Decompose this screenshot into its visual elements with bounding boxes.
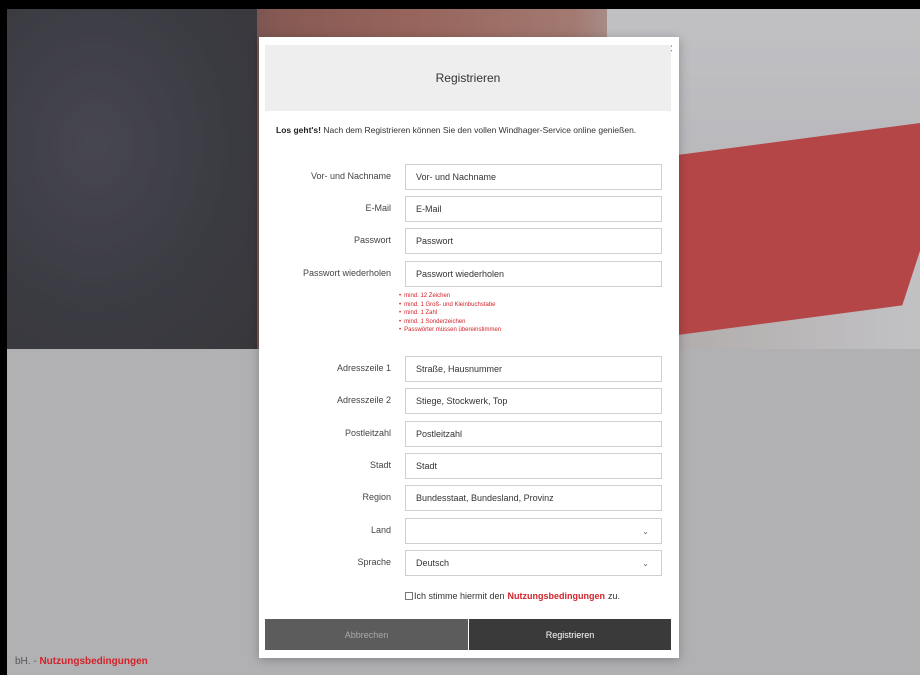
email-input[interactable]	[405, 196, 662, 222]
rule-number: mind. 1 Zahl	[399, 309, 501, 318]
modal-title: Registrieren	[435, 71, 501, 85]
rule-case: mind. 1 Groß- und Kleinbuchstabe	[399, 301, 501, 310]
city-input[interactable]	[405, 453, 662, 479]
intro-bold: Los geht's!	[276, 125, 321, 135]
terms-row: Ich stimme hiermit den Nutzungsbedingung…	[405, 591, 620, 601]
language-select[interactable]: Deutsch ⌄	[405, 550, 662, 576]
rule-match: Passwörter müssen übereinstimmen	[399, 326, 501, 335]
chevron-down-icon: ⌄	[642, 527, 649, 536]
row-city: Stadt	[259, 453, 679, 479]
rule-special: mind. 1 Sonderzeichen	[399, 318, 501, 327]
password-input[interactable]	[405, 228, 662, 254]
zip-input[interactable]	[405, 421, 662, 447]
modal-header: Registrieren	[265, 45, 671, 111]
registration-modal: × Registrieren Los geht's! Nach dem Regi…	[259, 37, 679, 658]
intro-body: Nach dem Registrieren können Sie den vol…	[321, 125, 637, 135]
region-label: Region	[362, 492, 391, 502]
intro-text: Los geht's! Nach dem Registrieren können…	[276, 125, 676, 135]
terms-link[interactable]: Nutzungsbedingungen	[508, 591, 605, 601]
footer-terms-link[interactable]: Nutzungsbedingungen	[39, 656, 147, 667]
row-password-repeat: Passwort wiederholen	[259, 261, 679, 287]
row-name: Vor- und Nachname	[259, 164, 679, 190]
row-zip: Postleitzahl	[259, 421, 679, 447]
rule-length: mind. 12 Zeichen	[399, 292, 501, 301]
terms-suffix: zu.	[608, 591, 621, 601]
modal-actions: Abbrechen Registrieren	[265, 619, 671, 650]
row-address2: Adresszeile 2	[259, 388, 679, 414]
row-region: Region	[259, 485, 679, 511]
row-address1: Adresszeile 1	[259, 356, 679, 382]
address1-label: Adresszeile 1	[336, 363, 391, 373]
password-repeat-input[interactable]	[405, 261, 662, 287]
password-repeat-label: Passwort wiederholen	[302, 268, 391, 278]
country-select[interactable]: ⌄	[405, 518, 662, 544]
chevron-down-icon: ⌄	[642, 559, 649, 568]
terms-checkbox[interactable]	[405, 592, 413, 600]
row-password: Passwort	[259, 228, 679, 254]
language-label: Sprache	[357, 557, 391, 567]
cancel-button[interactable]: Abbrechen	[265, 619, 468, 650]
row-language: Sprache Deutsch ⌄	[259, 550, 679, 576]
terms-prefix: Ich stimme hiermit den	[414, 591, 505, 601]
email-label: E-Mail	[365, 203, 391, 213]
address1-input[interactable]	[405, 356, 662, 382]
address2-input[interactable]	[405, 388, 662, 414]
zip-label: Postleitzahl	[344, 428, 391, 438]
city-label: Stadt	[369, 460, 391, 470]
footer: bH. - Nutzungsbedingungen	[15, 656, 148, 667]
name-label: Vor- und Nachname	[310, 171, 391, 181]
register-button[interactable]: Registrieren	[468, 619, 671, 650]
row-email: E-Mail	[259, 196, 679, 222]
password-label: Passwort	[353, 235, 391, 245]
address2-label: Adresszeile 2	[336, 395, 391, 405]
name-input[interactable]	[405, 164, 662, 190]
country-label: Land	[370, 525, 391, 535]
footer-company-text: bH. -	[15, 656, 40, 667]
region-input[interactable]	[405, 485, 662, 511]
row-country: Land ⌄	[259, 518, 679, 544]
password-rules: mind. 12 Zeichen mind. 1 Groß- und Klein…	[399, 292, 501, 335]
language-value: Deutsch	[416, 558, 450, 568]
